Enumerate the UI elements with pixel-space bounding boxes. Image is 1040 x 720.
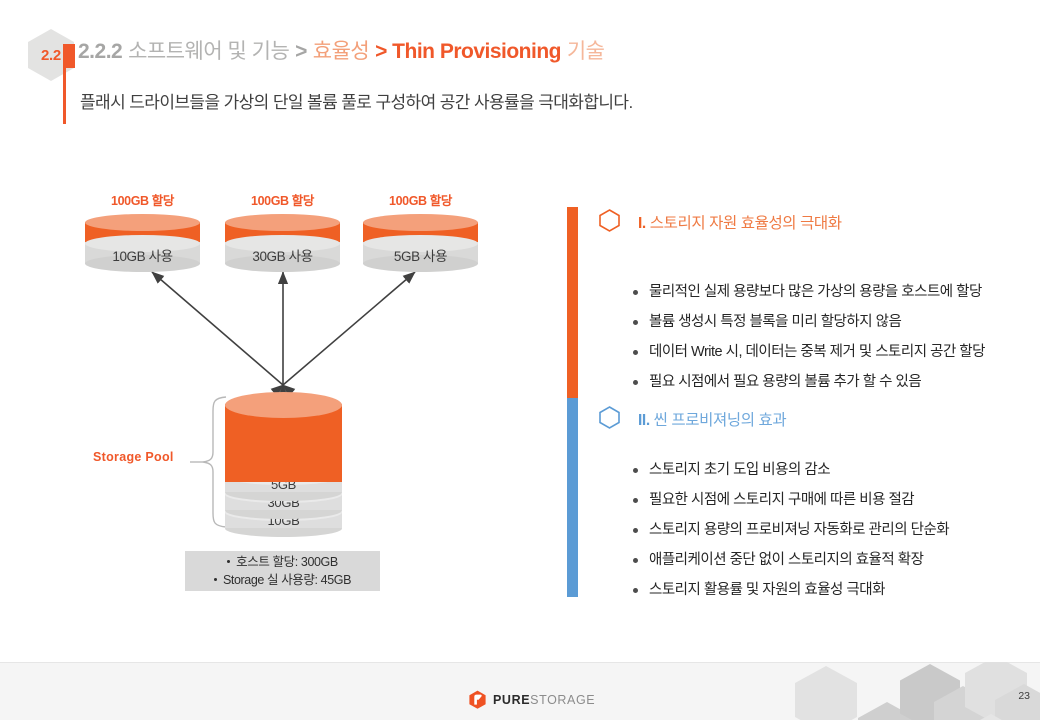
title-part-efficiency: 효율성 <box>312 40 370 63</box>
title-separator-1: > <box>295 40 307 63</box>
bullet-text: 스토리지 용량의 프로비져닝 자동화로 관리의 단순화 <box>649 522 950 538</box>
bullet-item: 스토리지 용량의 프로비져닝 자동화로 관리의 단순화 <box>633 521 950 540</box>
bullet-dot-icon <box>633 468 638 473</box>
cylinder-shape-3: 5GB 사용 <box>363 214 478 272</box>
summary-text-1: 호스트 할당: 300GB <box>236 555 338 569</box>
purestorage-logo-text: PURESTORAGE <box>493 693 595 707</box>
section-accent-bar-1 <box>567 207 578 398</box>
purestorage-logo-icon <box>469 690 486 709</box>
bullet-item: 볼륨 생성시 특정 블록을 미리 할당하지 않음 <box>633 313 985 332</box>
section-roman-1: I. <box>638 215 646 232</box>
summary-line-1: 호스트 할당: 300GB <box>185 553 380 571</box>
bullet-item: 데이터 Write 시, 데이터는 중복 제거 및 스토리지 공간 할당 <box>633 343 986 362</box>
volume-allocation-label-3: 100GB 할당 <box>389 194 452 208</box>
page-title: 2.2.2 소프트웨어 및 기능 > 효율성 > Thin Provisioni… <box>78 38 605 66</box>
section-title-2: 씬 프로비져닝의 효과 <box>653 412 787 429</box>
bullet-text: 물리적인 실제 용량보다 많은 가상의 용량을 호스트에 할당 <box>649 284 982 300</box>
arrow-pool-to-volume-1 <box>151 271 296 397</box>
bullet-dot-icon <box>633 290 638 295</box>
cylinder-shape-2: 30GB 사용 <box>225 214 340 272</box>
section-roman-2: II. <box>638 412 650 429</box>
bullet-item: 스토리지 활용률 및 자원의 효율성 극대화 <box>633 581 949 600</box>
storage-pool-brace <box>190 396 227 528</box>
slide-canvas: 2.2 2.2.2 소프트웨어 및 기능 > 효율성 > Thin Provis… <box>0 0 1040 720</box>
bullet-text: 애플리케이션 중단 없이 스토리지의 효율적 확장 <box>649 552 924 568</box>
cylinder-shape-1: 10GB 사용 <box>85 214 200 272</box>
section-heading-2: II. 씬 프로비져닝의 효과 <box>638 408 787 430</box>
arrow-pool-to-volume-3 <box>270 271 416 397</box>
bullet-item: 필요한 시점에 스토리지 구매에 따른 비용 절감 <box>633 491 949 510</box>
bullet-text: 볼륨 생성시 특정 블록을 미리 할당하지 않음 <box>649 314 902 330</box>
title-part-feature: > Thin Provisioning <box>375 40 561 63</box>
section-heading-1: I. 스토리지 자원 효율성의 극대화 <box>638 211 842 233</box>
section-title-1: 스토리지 자원 효율성의 극대화 <box>649 215 842 232</box>
title-accent-rule <box>63 66 66 124</box>
bullet-item: 물리적인 실제 용량보다 많은 가상의 용량을 호스트에 할당 <box>633 283 985 302</box>
bullet-item: 필요 시점에서 필요 용량의 볼륨 추가 할 수 있음 <box>633 373 985 392</box>
pool-top-ellipse <box>225 392 342 418</box>
bullet-dot-icon <box>633 588 638 593</box>
volume-usage-label-2: 30GB 사용 <box>252 249 313 264</box>
summary-box: 호스트 할당: 300GB Storage 실 사용량: 45GB <box>185 551 380 591</box>
storage-pool-cylinder: 10GB 30GB 5GB <box>225 392 342 537</box>
hexagon-outline-icon <box>599 406 620 429</box>
section-bullets-2: 스토리지 초기 도입 비용의 감소 필요한 시점에 스토리지 구매에 따른 비용… <box>633 461 950 611</box>
purestorage-logo: PURESTORAGE <box>468 690 595 709</box>
footer-divider <box>0 662 1040 663</box>
section-number-text: 2.2 <box>41 46 61 64</box>
storage-pool-label: Storage Pool <box>93 450 174 464</box>
section-accent-bar-2 <box>567 398 578 597</box>
volume-allocation-label-1: 100GB 할당 <box>111 194 174 208</box>
bullet-dot-icon <box>633 350 638 355</box>
page-subtitle: 플래시 드라이브들을 가상의 단일 볼륨 풀로 구성하여 공간 사용률을 극대화… <box>80 93 633 112</box>
hexagon-outline-icon <box>599 209 620 232</box>
cylinder-top-ellipse-2 <box>225 214 340 231</box>
bullet-text: 필요 시점에서 필요 용량의 볼륨 추가 할 수 있음 <box>649 374 922 390</box>
title-part-category: 소프트웨어 및 기능 <box>128 40 290 63</box>
summary-text-2: Storage 실 사용량: 45GB <box>222 573 352 587</box>
bullet-dot-icon <box>213 578 217 582</box>
bullet-dot-icon <box>633 380 638 385</box>
bullet-dot-icon <box>633 528 638 533</box>
volume-allocation-label-2: 100GB 할당 <box>251 194 314 208</box>
page-number: 23 <box>1018 690 1030 702</box>
decorative-hexagon <box>795 666 857 720</box>
title-part-suffix: 기술 <box>566 40 605 63</box>
bullet-text: 스토리지 활용률 및 자원의 효율성 극대화 <box>649 582 885 598</box>
bullet-dot-icon <box>633 558 638 563</box>
cylinder-top-ellipse-1 <box>85 214 200 231</box>
bullet-text: 필요한 시점에 스토리지 구매에 따른 비용 절감 <box>649 492 915 508</box>
section-bullets-1: 물리적인 실제 용량보다 많은 가상의 용량을 호스트에 할당 볼륨 생성시 특… <box>633 283 986 403</box>
cylinder-top-ellipse-3 <box>363 214 478 231</box>
bullet-text: 데이터 Write 시, 데이터는 중복 제거 및 스토리지 공간 할당 <box>649 344 986 360</box>
title-accent-elbow <box>63 44 75 68</box>
volume-usage-label-3: 5GB 사용 <box>393 249 448 264</box>
bullet-item: 애플리케이션 중단 없이 스토리지의 효율적 확장 <box>633 551 949 570</box>
bullet-dot-icon <box>633 320 638 325</box>
bullet-item: 스토리지 초기 도입 비용의 감소 <box>633 461 949 480</box>
summary-line-2: Storage 실 사용량: 45GB <box>185 571 380 589</box>
logo-text-pure: PURE <box>493 692 531 707</box>
bullet-text: 스토리지 초기 도입 비용의 감소 <box>649 462 831 478</box>
logo-text-storage: STORAGE <box>530 692 596 707</box>
bullet-dot-icon <box>633 498 638 503</box>
volume-usage-label-1: 10GB 사용 <box>112 249 173 264</box>
title-part-number: 2.2.2 <box>78 40 123 63</box>
bullet-dot-icon <box>227 560 231 564</box>
